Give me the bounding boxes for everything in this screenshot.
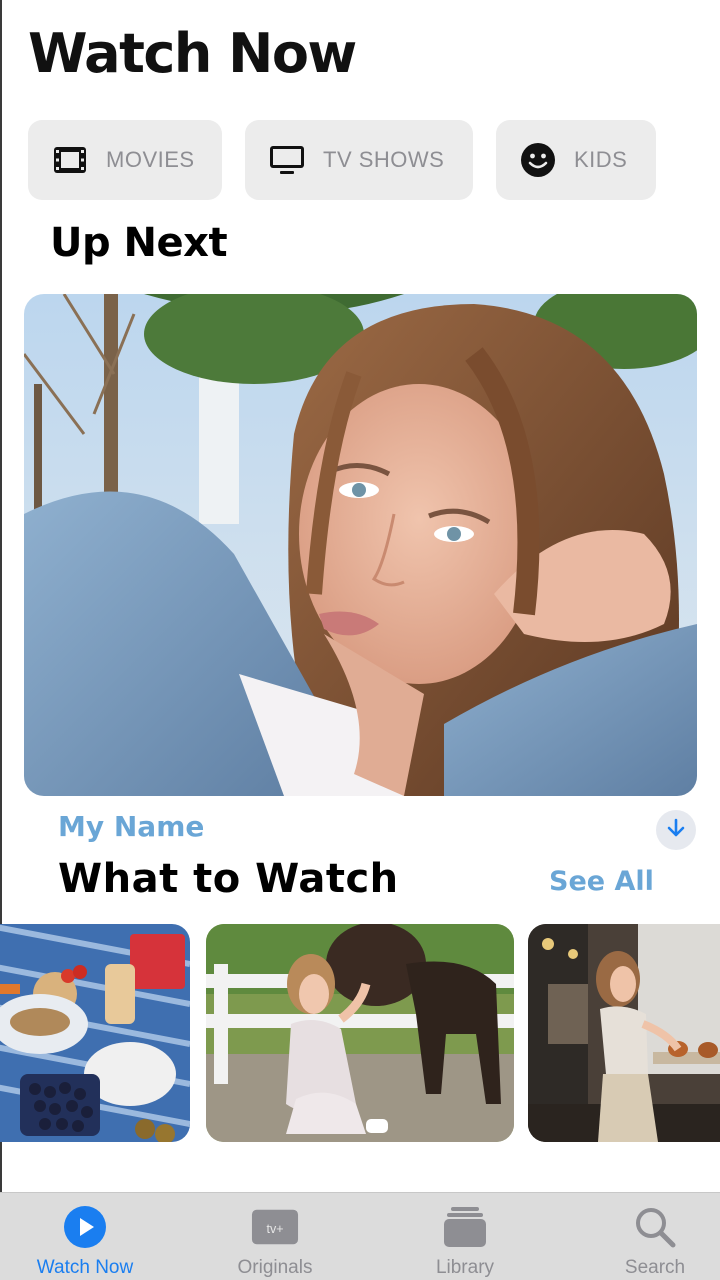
kids-label: KIDS	[574, 147, 628, 172]
tab-label: Originals	[237, 1257, 313, 1278]
tab-bar: Watch Now tv+ Originals Library Search	[0, 1192, 720, 1280]
tab-label: Library	[435, 1257, 495, 1278]
up-next-heading: Up Next	[50, 220, 228, 266]
up-next-item-title[interactable]: My Name	[58, 810, 204, 843]
what-to-watch-thumbnail[interactable]	[0, 924, 190, 1142]
see-all-link[interactable]: See All	[549, 866, 654, 897]
film-icon	[52, 142, 88, 178]
smiley-icon	[520, 142, 556, 178]
what-to-watch-thumbnail[interactable]	[206, 924, 514, 1142]
up-next-hero-image[interactable]	[24, 294, 697, 796]
tv-shows-button[interactable]: TV SHOWS	[245, 120, 473, 200]
tab-label: Search	[624, 1257, 686, 1278]
download-arrow-icon	[665, 817, 687, 843]
tv-icon	[269, 142, 305, 178]
tab-watch-now[interactable]: Watch Now	[30, 1193, 140, 1280]
tv-shows-label: TV SHOWS	[323, 147, 445, 172]
appletv-plus-icon: tv+	[251, 1203, 299, 1251]
kids-button[interactable]: KIDS	[496, 120, 656, 200]
appletv-badge-text: tv+	[267, 1222, 284, 1236]
library-stack-icon	[441, 1203, 489, 1251]
what-to-watch-heading: What to Watch	[58, 856, 399, 902]
tab-search[interactable]: Search	[600, 1193, 710, 1280]
search-icon	[631, 1203, 679, 1251]
tab-library[interactable]: Library	[410, 1193, 520, 1280]
tab-label: Watch Now	[36, 1257, 134, 1278]
movies-button[interactable]: MOVIES	[28, 120, 222, 200]
download-button[interactable]	[656, 810, 696, 850]
movies-label: MOVIES	[106, 147, 195, 172]
page-title: Watch Now	[28, 22, 357, 85]
tab-originals[interactable]: tv+ Originals	[220, 1193, 330, 1280]
play-circle-icon	[61, 1203, 109, 1251]
what-to-watch-thumbnail[interactable]	[528, 924, 720, 1142]
